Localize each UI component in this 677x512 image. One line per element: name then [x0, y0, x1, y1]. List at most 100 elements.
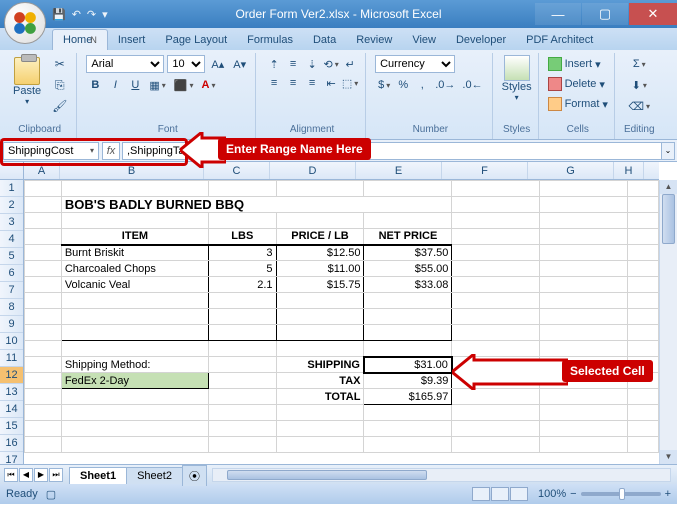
- tab-home[interactable]: HomeN: [52, 29, 108, 50]
- row-header[interactable]: 10: [0, 333, 23, 350]
- undo-icon[interactable]: ↶: [72, 8, 81, 21]
- macro-record-icon[interactable]: ▢: [46, 488, 56, 501]
- col-header[interactable]: G: [528, 162, 614, 179]
- scroll-down-icon[interactable]: ▼: [660, 450, 677, 464]
- qat-more-icon[interactable]: ▾: [102, 8, 108, 21]
- number-format-select[interactable]: Currency: [375, 55, 455, 73]
- row-header[interactable]: 1: [0, 180, 23, 197]
- shipping-method-value[interactable]: FedEx 2-Day: [61, 373, 208, 389]
- view-normal-button[interactable]: [472, 487, 490, 501]
- paste-button[interactable]: Paste ▾: [9, 55, 45, 115]
- tab-page-layout[interactable]: Page Layout: [155, 30, 237, 50]
- row-header[interactable]: 4: [0, 231, 23, 248]
- insert-cells-button[interactable]: Insert ▾: [548, 55, 608, 73]
- sheet-tab-sheet1[interactable]: Sheet1: [69, 467, 127, 484]
- bold-button[interactable]: B: [86, 76, 104, 94]
- increase-decimal-button[interactable]: .0→: [432, 76, 458, 94]
- font-color-button[interactable]: A: [199, 76, 219, 94]
- sheet-tab-new[interactable]: ⦿: [182, 465, 207, 486]
- copy-button[interactable]: ⎘: [49, 76, 70, 94]
- row-header[interactable]: 11: [0, 350, 23, 367]
- autosum-button[interactable]: Σ: [624, 55, 655, 73]
- increase-font-button[interactable]: A▴: [208, 55, 227, 73]
- formula-bar-expand-button[interactable]: ⌄: [661, 142, 675, 160]
- zoom-slider[interactable]: [581, 492, 661, 496]
- align-top-button[interactable]: ⇡: [265, 55, 283, 73]
- col-header[interactable]: H: [614, 162, 644, 179]
- col-header[interactable]: E: [356, 162, 442, 179]
- clear-button[interactable]: ⌫: [624, 97, 655, 115]
- font-size-select[interactable]: 10: [167, 55, 205, 73]
- format-cells-button[interactable]: Format ▾: [548, 95, 608, 113]
- redo-icon[interactable]: ↷: [87, 8, 96, 21]
- align-middle-button[interactable]: ≡: [284, 55, 302, 73]
- styles-button[interactable]: Styles ▾: [502, 55, 532, 102]
- accounting-format-button[interactable]: $: [375, 76, 393, 94]
- row-header[interactable]: 6: [0, 265, 23, 282]
- zoom-level[interactable]: 100%: [538, 488, 566, 500]
- row-header[interactable]: 12: [0, 367, 23, 384]
- row-header[interactable]: 9: [0, 316, 23, 333]
- close-button[interactable]: ✕: [629, 3, 677, 25]
- delete-cells-button[interactable]: Delete ▾: [548, 75, 608, 93]
- format-painter-button[interactable]: 🖌: [49, 97, 70, 115]
- sheet-nav-prev-icon[interactable]: ◀: [19, 468, 33, 482]
- sheet-nav-first-icon[interactable]: ⏮: [4, 468, 18, 482]
- tab-formulas[interactable]: Formulas: [237, 30, 303, 50]
- cut-button[interactable]: ✂: [49, 55, 70, 73]
- scroll-up-icon[interactable]: ▲: [660, 180, 677, 194]
- tab-data[interactable]: Data: [303, 30, 346, 50]
- merge-button[interactable]: ⬚: [341, 74, 359, 92]
- maximize-button[interactable]: ▢: [582, 3, 628, 25]
- decrease-indent-button[interactable]: ⇤: [322, 74, 340, 92]
- row-header[interactable]: 2: [0, 197, 23, 214]
- zoom-in-button[interactable]: +: [665, 488, 671, 500]
- tab-pdf-architect[interactable]: PDF Architect: [516, 30, 603, 50]
- row-header[interactable]: 15: [0, 418, 23, 435]
- align-bottom-button[interactable]: ⇣: [303, 55, 321, 73]
- fill-color-button[interactable]: ⬛: [171, 76, 197, 94]
- font-name-select[interactable]: Arial: [86, 55, 164, 73]
- col-header[interactable]: D: [270, 162, 356, 179]
- italic-button[interactable]: I: [106, 76, 124, 94]
- align-center-button[interactable]: ≡: [284, 74, 302, 92]
- comma-button[interactable]: ,: [413, 76, 431, 94]
- sheet-nav-last-icon[interactable]: ⏭: [49, 468, 63, 482]
- row-header[interactable]: 7: [0, 282, 23, 299]
- fill-button[interactable]: ⬇: [624, 76, 655, 94]
- align-right-button[interactable]: ≡: [303, 74, 321, 92]
- border-button[interactable]: ▦: [146, 76, 168, 94]
- vertical-scrollbar[interactable]: ▲ ▼: [659, 180, 677, 464]
- view-page-layout-button[interactable]: [491, 487, 509, 501]
- row-header[interactable]: 5: [0, 248, 23, 265]
- tab-developer[interactable]: Developer: [446, 30, 516, 50]
- align-left-button[interactable]: ≡: [265, 74, 283, 92]
- minimize-button[interactable]: —: [535, 3, 581, 25]
- row-header[interactable]: 16: [0, 435, 23, 452]
- zoom-slider-handle[interactable]: [619, 488, 625, 500]
- hscroll-thumb[interactable]: [227, 470, 427, 480]
- orientation-button[interactable]: ⟲: [322, 55, 340, 73]
- tab-view[interactable]: View: [402, 30, 446, 50]
- tab-review[interactable]: Review: [346, 30, 402, 50]
- row-header[interactable]: 3: [0, 214, 23, 231]
- row-header[interactable]: 13: [0, 384, 23, 401]
- view-page-break-button[interactable]: [510, 487, 528, 501]
- row-header[interactable]: 8: [0, 299, 23, 316]
- cells-area[interactable]: BOB'S BADLY BURNED BBQ ITEMLBSPRICE / LB…: [24, 180, 659, 464]
- underline-button[interactable]: U: [126, 76, 144, 94]
- zoom-out-button[interactable]: −: [570, 488, 576, 500]
- scrollbar-thumb[interactable]: [662, 194, 675, 244]
- sheet-tab-sheet2[interactable]: Sheet2: [126, 467, 183, 484]
- shipping-value-selected-cell[interactable]: $31.00: [364, 357, 452, 373]
- col-header[interactable]: F: [442, 162, 528, 179]
- office-button[interactable]: [4, 2, 46, 44]
- tab-insert[interactable]: Insert: [108, 30, 156, 50]
- percent-button[interactable]: %: [394, 76, 412, 94]
- wrap-text-button[interactable]: ↵: [341, 55, 359, 73]
- decrease-font-button[interactable]: A▾: [230, 55, 249, 73]
- horizontal-scrollbar[interactable]: [212, 468, 671, 482]
- sheet-nav-next-icon[interactable]: ▶: [34, 468, 48, 482]
- row-header[interactable]: 14: [0, 401, 23, 418]
- save-icon[interactable]: 💾: [52, 8, 66, 21]
